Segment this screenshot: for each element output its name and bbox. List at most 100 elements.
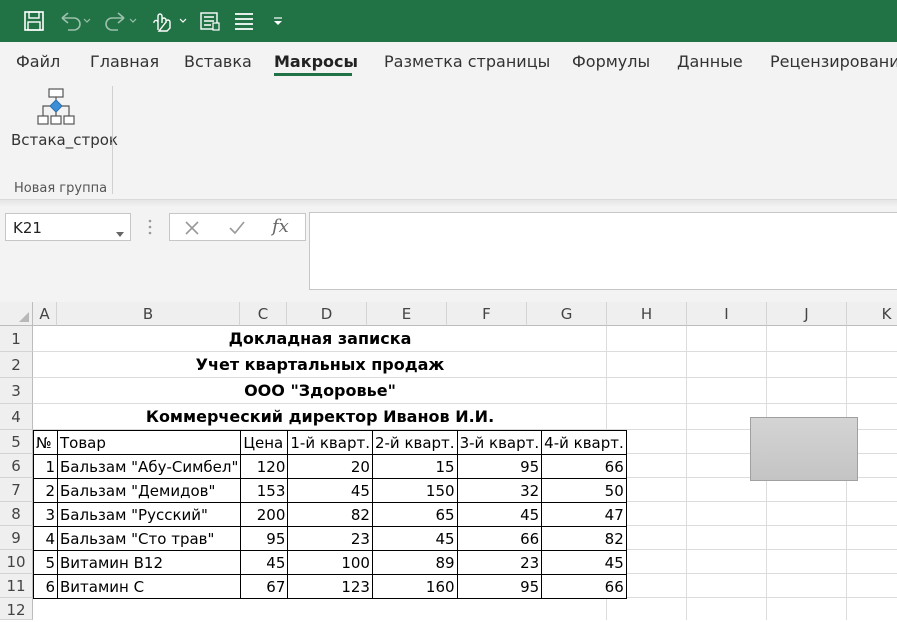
cancel-icon[interactable] [184,220,200,241]
tab-data[interactable]: Данные [677,52,743,71]
cell-product[interactable]: Витамин B12 [56,550,242,575]
cell-product[interactable]: Витамин C [56,574,242,599]
tab-file[interactable]: Файл [16,52,60,71]
director-name[interactable]: Коммерческий директор Иванов И.И. [33,404,607,430]
cell-price[interactable]: 200 [240,502,289,527]
cell-product[interactable]: Бальзам "Русский" [56,502,242,527]
cell-q1[interactable]: 123 [287,574,373,599]
cell-q4[interactable]: 66 [541,454,627,479]
cell-q1[interactable]: 100 [287,550,373,575]
row-header-4[interactable]: 4 [0,404,33,430]
select-all-button[interactable] [0,302,33,326]
row-header-12[interactable]: 12 [0,598,33,620]
cell-price[interactable]: 153 [240,478,289,503]
cell-product[interactable]: Бальзам "Демидов" [56,478,242,503]
column-header-j[interactable]: J [767,302,847,326]
cell-number[interactable]: 3 [33,502,58,527]
column-header-a[interactable]: A [33,302,57,326]
cell-price[interactable]: 95 [240,526,289,551]
cell-q3[interactable]: 95 [456,574,543,599]
list-icon[interactable] [232,9,256,33]
row-header-3[interactable]: 3 [0,378,33,404]
column-header-h[interactable]: H [607,302,687,326]
tab-review[interactable]: Рецензирование [770,52,897,71]
row-header-5[interactable]: 5 [0,430,33,454]
company-name[interactable]: ООО "Здоровье" [33,378,607,404]
cell-number[interactable]: 1 [33,454,58,479]
insert-function-icon[interactable]: fx [272,216,289,237]
cell-q2[interactable]: 15 [371,454,458,479]
header-cell[interactable]: 2-й кварт. [371,430,458,455]
row-header-7[interactable]: 7 [0,478,33,502]
cell-q2[interactable]: 150 [371,478,458,503]
row-header-8[interactable]: 8 [0,502,33,526]
name-box[interactable]: K21 [5,213,131,241]
column-header-e[interactable]: E [367,302,447,326]
column-header-i[interactable]: I [687,302,767,326]
cell-q2[interactable]: 45 [371,526,458,551]
cell-q3[interactable]: 45 [456,502,543,527]
cell-q4[interactable]: 66 [541,574,627,599]
cell-product[interactable]: Бальзам "Сто трав" [56,526,242,551]
header-cell[interactable]: 3-й кварт. [456,430,543,455]
tab-page-layout[interactable]: Разметка страницы [384,52,550,71]
cell-number[interactable]: 6 [33,574,58,599]
column-header-b[interactable]: B [57,302,240,326]
header-cell[interactable]: 4-й кварт. [541,430,627,455]
enter-icon[interactable] [228,220,246,241]
cell-q1[interactable]: 20 [287,454,373,479]
cell-number[interactable]: 5 [33,550,58,575]
cell-number[interactable]: 2 [33,478,58,503]
cell-q3[interactable]: 32 [456,478,543,503]
cell-price[interactable]: 67 [240,574,289,599]
column-header-d[interactable]: D [287,302,367,326]
cell-number[interactable]: 4 [33,526,58,551]
formula-input[interactable] [309,212,897,290]
row-header-9[interactable]: 9 [0,526,33,550]
cell-q2[interactable]: 89 [371,550,458,575]
row-header-11[interactable]: 11 [0,574,33,598]
column-header-k[interactable]: K [847,302,897,326]
name-box-dropdown-icon[interactable] [116,224,124,242]
header-cell[interactable]: № [33,430,58,455]
column-header-c[interactable]: C [240,302,287,326]
undo-icon[interactable] [58,9,92,33]
header-cell[interactable]: 1-й кварт. [287,430,373,455]
cell-q1[interactable]: 82 [287,502,373,527]
redo-icon[interactable] [104,9,138,33]
cell-price[interactable]: 120 [240,454,289,479]
cell-q2[interactable]: 160 [371,574,458,599]
form-icon[interactable] [198,9,222,33]
cell-q3[interactable]: 95 [456,454,543,479]
cell-q1[interactable]: 23 [287,526,373,551]
cell-q2[interactable]: 65 [371,502,458,527]
macro-shape-button[interactable] [750,417,858,481]
cell-price[interactable]: 45 [240,550,289,575]
header-cell[interactable]: Цена [240,430,289,455]
row-header-10[interactable]: 10 [0,550,33,574]
sheet-title[interactable]: Докладная записка [33,326,607,352]
cell-q3[interactable]: 23 [456,550,543,575]
tab-home[interactable]: Главная [90,52,159,71]
row-header-1[interactable]: 1 [0,326,33,352]
cell-q4[interactable]: 50 [541,478,627,503]
tab-macros[interactable]: Макросы [274,52,358,71]
formula-bar-grip-icon[interactable] [148,219,152,240]
sheet-subtitle[interactable]: Учет квартальных продаж [33,352,607,378]
row-header-6[interactable]: 6 [0,454,33,478]
cell-q4[interactable]: 82 [541,526,627,551]
row-header-2[interactable]: 2 [0,352,33,378]
column-header-g[interactable]: G [527,302,607,326]
save-icon[interactable] [22,9,46,33]
header-cell[interactable]: Товар [56,430,242,455]
column-header-f[interactable]: F [447,302,527,326]
cell-q4[interactable]: 45 [541,550,627,575]
cell-product[interactable]: Бальзам "Абу-Симбел" [56,454,242,479]
tab-formulas[interactable]: Формулы [572,52,650,71]
macro-button[interactable]: Встака_строк [8,86,118,152]
cell-q3[interactable]: 66 [456,526,543,551]
customize-toolbar-icon[interactable] [270,9,286,33]
tab-insert[interactable]: Вставка [184,52,252,71]
cell-q1[interactable]: 45 [287,478,373,503]
touch-mode-icon[interactable] [150,9,190,33]
